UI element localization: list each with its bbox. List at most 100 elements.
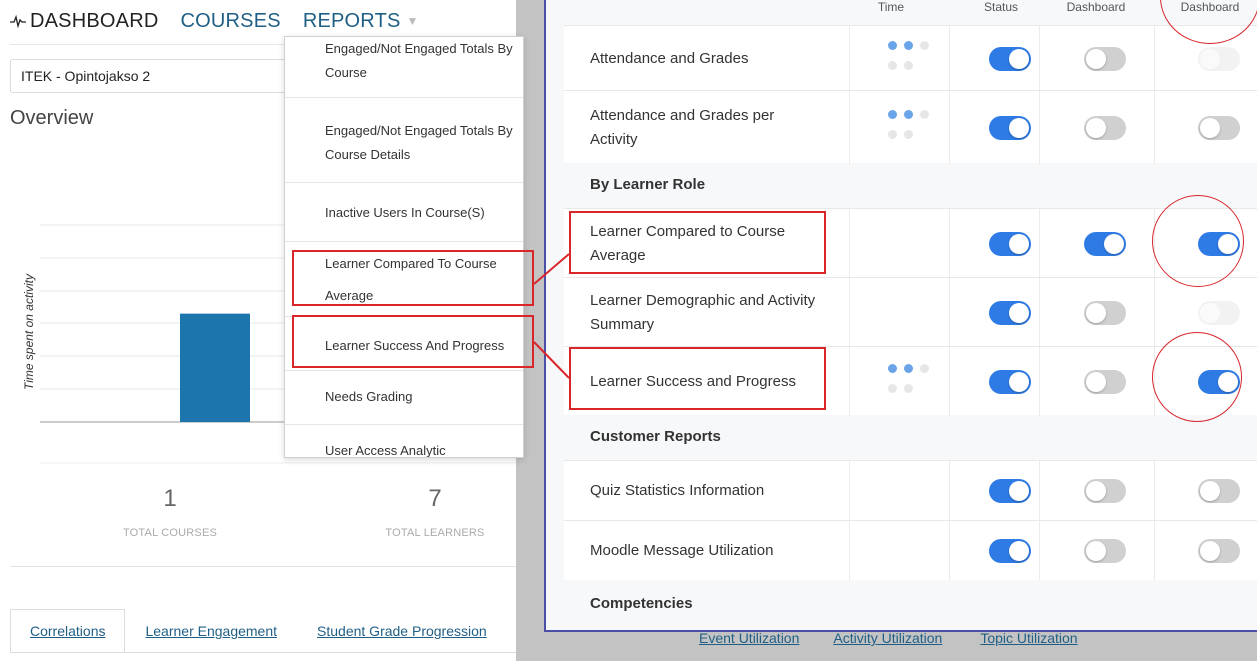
column-divider [849,461,850,521]
report-name-line1: Attendance and Grades per [590,106,775,124]
dashboard-toggle[interactable] [1084,479,1126,503]
toggle-knob [1086,541,1106,561]
status-toggle[interactable] [989,539,1031,563]
status-toggle[interactable] [989,369,1031,394]
dot [904,129,913,139]
dashboard-toggle[interactable] [1084,46,1126,71]
col-header-time: Time [877,0,905,14]
report-name-line1: Quiz Statistics Information [590,482,765,499]
report-row: Attendance and Grades per Activity [564,90,1257,164]
menu-item-needs-grading[interactable]: Needs Grading [285,385,523,409]
toggle-knob [1009,481,1029,501]
menu-divider [285,316,523,317]
status-toggle[interactable] [989,231,1031,256]
status-toggle[interactable] [989,46,1031,71]
dot [904,40,913,50]
menu-item-engaged-totals-course-details[interactable]: Engaged/Not Engaged Totals By Course Det… [285,119,523,167]
dashboard-toggle[interactable] [1084,539,1126,563]
top-nav: DASHBOARD COURSES REPORTS ▼ [10,6,441,36]
report-name-line1: Learner Compared to Course [590,222,786,240]
menu-item-label: User Access Analytic [325,443,446,458]
toggle-knob [1200,117,1220,138]
stat-value: 1 [163,485,177,512]
course-select[interactable]: ITEK - Opintojakso 2 [10,59,300,93]
column-divider [849,209,850,278]
tab-topic-utilization: Topic Utilization [980,630,1078,646]
column-divider [849,521,850,581]
column-divider [949,91,950,164]
nav-reports[interactable]: REPORTS ▼ [303,10,419,33]
toggle-knob [1218,233,1238,254]
menu-item-engaged-totals-course[interactable]: Engaged/Not Engaged Totals By Course [285,37,523,85]
column-divider [1039,278,1040,347]
column-divider [1154,521,1155,581]
col-header-dashboard: Dashboard [1066,0,1126,14]
dot [904,363,913,373]
dashboard-toggle-2[interactable] [1198,369,1240,394]
dashboard-toggle-2[interactable] [1198,479,1240,503]
column-divider [1154,461,1155,521]
col-header-dashboard-2: Dashboard [1180,0,1240,14]
caret-down-icon: ▼ [406,14,419,28]
column-divider [1039,461,1040,521]
menu-divider [285,241,523,242]
menu-item-label-2: Course Details [325,147,411,162]
status-toggle[interactable] [989,115,1031,140]
toggle-knob [1009,117,1029,138]
report-name: Attendance and Grades [590,47,748,71]
tab-activity-utilization: Activity Utilization [833,630,943,646]
menu-item-label: Inactive Users In Course(S) [325,205,485,220]
dot [888,109,897,119]
dot [904,109,913,119]
toggle-knob [1200,481,1220,501]
tab-correlations[interactable]: Correlations [10,609,126,653]
group-header-label: By Learner Role [590,175,706,193]
dashboard-toggle-2[interactable] [1198,539,1240,563]
toggle-knob [1009,233,1029,254]
toggle-knob [1104,233,1124,254]
dot [904,383,913,393]
nav-courses-label: COURSES [180,9,281,32]
menu-item-learner-compared[interactable]: Learner Compared To Course Average [285,252,523,308]
report-name-line1: Learner Demographic and Activity [590,291,816,309]
nav-courses[interactable]: COURSES [181,10,281,33]
col-header-status: Status [983,0,1019,14]
tab-student-grade-progression[interactable]: Student Grade Progression [297,609,507,653]
column-divider [1154,278,1155,347]
menu-item-user-access[interactable]: User Access Analytic [285,439,523,458]
dashboard-toggle[interactable] [1084,115,1126,140]
nav-dashboard[interactable]: DASHBOARD [10,10,159,33]
report-name-line2: Summary [590,315,655,333]
column-divider [949,26,950,91]
toggle-knob [1200,48,1220,69]
tab-learner-engagement[interactable]: Learner Engagement [125,609,297,653]
nav-reports-label: REPORTS [302,9,401,32]
dashboard-toggle-2[interactable] [1198,46,1240,71]
status-toggle[interactable] [989,300,1031,325]
dashboard-toggle-2[interactable] [1198,300,1240,325]
dots-icon [888,39,944,79]
dashboard-toggle-2[interactable] [1198,231,1240,256]
menu-item-label: Engaged/Not Engaged Totals By [325,123,513,138]
menu-divider [285,97,523,98]
menu-item-inactive-users[interactable]: Inactive Users In Course(S) [285,201,523,225]
column-divider [1039,26,1040,91]
column-divider [949,347,950,416]
dashboard-toggle[interactable] [1084,231,1126,256]
toggle-knob [1200,541,1220,561]
group-header-row: Customer Reports [564,415,1257,460]
report-name-line1: Moodle Message Utilization [590,542,774,559]
report-name: Quiz Statistics Information [590,479,764,503]
dashboard-toggle[interactable] [1084,300,1126,325]
group-header-label: Customer Reports [590,427,721,445]
dashboard-toggle-2[interactable] [1198,115,1240,140]
menu-divider [285,424,523,425]
overview-title: Overview [10,107,94,129]
menu-item-learner-success[interactable]: Learner Success And Progress [285,334,523,358]
column-divider [849,91,850,164]
status-toggle[interactable] [989,479,1031,503]
dot [888,383,897,393]
dashboard-toggle[interactable] [1084,369,1126,394]
dot [888,129,897,139]
dot [888,60,897,70]
